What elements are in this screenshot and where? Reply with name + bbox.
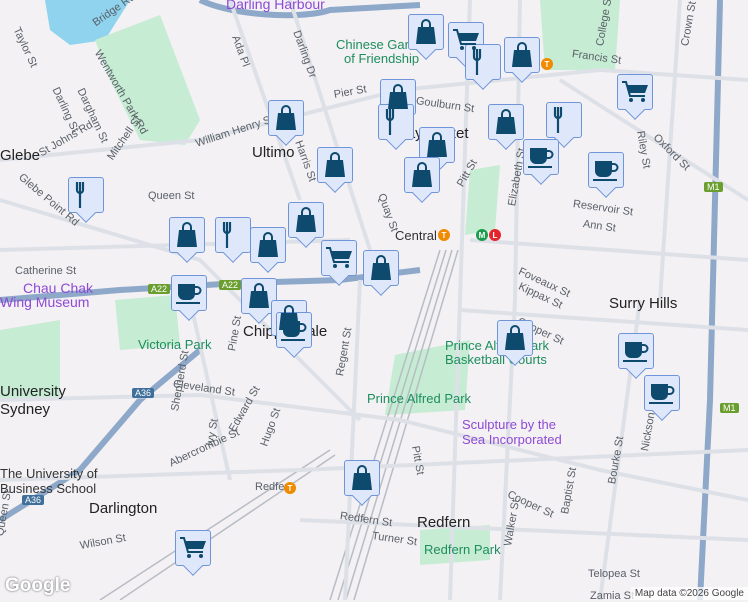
shopping-icon [496, 109, 516, 134]
cafe-marker[interactable] [644, 375, 680, 411]
cafe-icon [528, 148, 554, 168]
place-surry-hills: Surry Hills [609, 295, 678, 312]
restaurant-marker[interactable] [215, 217, 251, 253]
train-icon: T [438, 229, 450, 241]
shopping-marker[interactable] [344, 460, 380, 496]
shopping-marker[interactable] [419, 127, 455, 163]
shopping-marker[interactable] [268, 100, 304, 136]
place-chau-chak-2[interactable]: Wing Museum [0, 294, 89, 310]
shopping-icon [249, 283, 269, 308]
grocery-marker[interactable] [321, 240, 357, 276]
place-business-school-2[interactable]: Business School [0, 481, 96, 496]
place-central[interactable]: Central [395, 228, 437, 243]
restaurant-marker[interactable] [546, 102, 582, 138]
cafe-marker[interactable] [588, 152, 624, 188]
shopping-icon [412, 162, 432, 187]
cafe-icon [281, 321, 307, 341]
cafe-icon [593, 161, 619, 181]
restaurant-icon [472, 49, 482, 75]
shopping-icon [505, 325, 525, 350]
grocery-icon [180, 537, 206, 558]
shopping-marker[interactable] [408, 14, 444, 50]
shopping-icon [325, 152, 345, 177]
road-shield: A22 [219, 280, 242, 290]
cafe-marker[interactable] [523, 139, 559, 175]
place-sculpture-1[interactable]: Sculpture by the [462, 417, 556, 432]
road-shield: A36 [132, 388, 155, 398]
cafe-marker[interactable] [276, 312, 312, 348]
street-label: Zamia St [590, 590, 635, 602]
shopping-marker[interactable] [504, 37, 540, 73]
restaurant-icon [553, 107, 563, 133]
place-glebe: Glebe [0, 147, 41, 164]
shopping-icon [427, 132, 447, 157]
shopping-marker[interactable] [317, 147, 353, 183]
restaurant-marker[interactable] [68, 177, 104, 213]
place-prince-alfred-park[interactable]: Prince Alfred Park [367, 391, 471, 406]
street-label: Queen St [148, 190, 195, 202]
road-shield: M1 [720, 403, 739, 413]
google-logo: Google [5, 575, 71, 596]
restaurant-icon [222, 222, 232, 248]
train-icon: T [541, 58, 553, 70]
place-redfern-park[interactable]: Redfern Park [424, 542, 501, 557]
restaurant-icon [385, 109, 395, 135]
shopping-marker[interactable] [363, 250, 399, 286]
light-rail-icon: L [489, 229, 501, 241]
shopping-icon [416, 19, 436, 44]
place-sydney: Sydney [0, 401, 51, 418]
map-attribution[interactable]: Map data ©2026 Google [630, 587, 748, 600]
shopping-icon [177, 222, 197, 247]
shopping-icon [388, 84, 408, 109]
cafe-icon [623, 342, 649, 362]
shopping-marker[interactable] [488, 104, 524, 140]
place-business-school-1[interactable]: The University of [0, 466, 98, 481]
place-victoria-park[interactable]: Victoria Park [138, 337, 211, 352]
metro-icon: M [476, 229, 488, 241]
shopping-icon [296, 207, 316, 232]
street-label: Catherine St [15, 265, 77, 277]
grocery-icon [326, 247, 352, 268]
shopping-marker[interactable] [169, 217, 205, 253]
shopping-icon [258, 232, 278, 257]
shopping-icon [352, 465, 372, 490]
place-darlington: Darlington [89, 500, 158, 517]
place-of-friendship[interactable]: of Friendship [344, 51, 419, 66]
shopping-marker[interactable] [404, 157, 440, 193]
cafe-marker[interactable] [618, 333, 654, 369]
grocery-marker[interactable] [175, 530, 211, 566]
shopping-icon [371, 255, 391, 280]
shopping-icon [512, 42, 532, 67]
place-university: University [0, 383, 66, 400]
shopping-marker[interactable] [288, 202, 324, 238]
road-shield: A36 [22, 495, 45, 505]
grocery-marker[interactable] [617, 74, 653, 110]
shopping-icon [276, 105, 296, 130]
place-darling-harbour[interactable]: Darling Harbour [226, 0, 325, 12]
grocery-icon [622, 81, 648, 102]
train-icon: T [284, 482, 296, 494]
cafe-icon [176, 284, 202, 304]
cafe-marker[interactable] [171, 275, 207, 311]
place-redfern: Redfern [417, 514, 471, 531]
shopping-marker[interactable] [250, 227, 286, 263]
restaurant-icon [75, 182, 85, 208]
cafe-icon [649, 384, 675, 404]
shopping-marker[interactable] [497, 320, 533, 356]
place-sculpture-2[interactable]: Sea Incorporated [462, 432, 562, 447]
road-shield: A22 [148, 284, 171, 294]
street-label: Telopea St [588, 568, 640, 580]
road-shield: M1 [704, 182, 723, 192]
place-ultimo: Ultimo [252, 144, 295, 161]
